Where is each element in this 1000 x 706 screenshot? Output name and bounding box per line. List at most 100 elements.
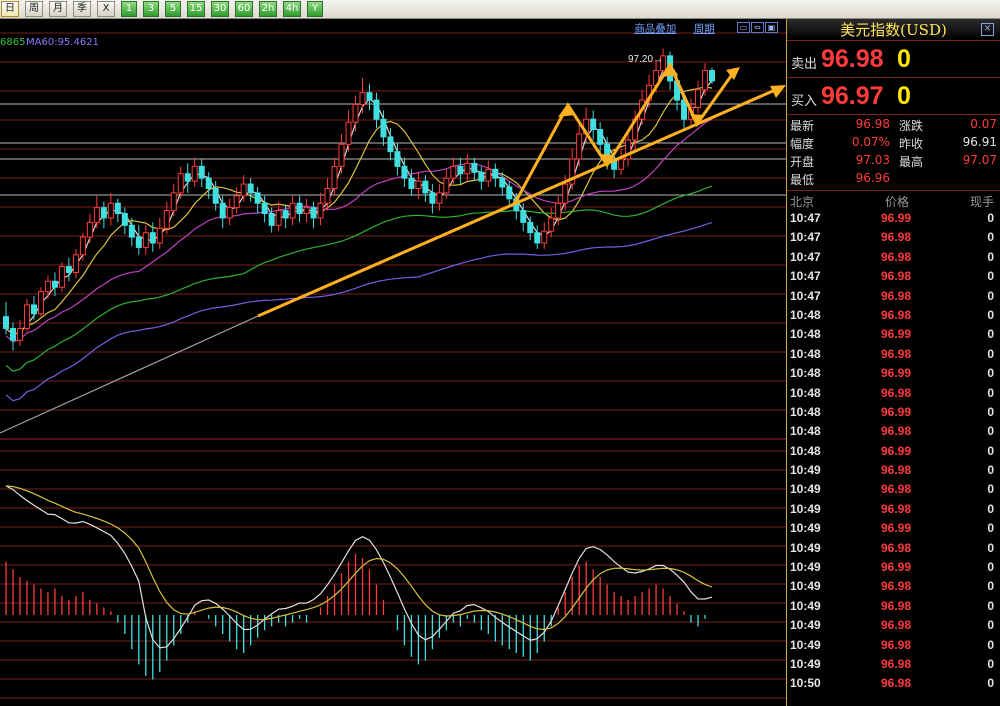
tick-volume: 0: [987, 443, 994, 458]
tick-row[interactable]: 10:47 96.98 0: [787, 287, 1000, 306]
tick-row[interactable]: 10:48 96.98 0: [787, 345, 1000, 364]
tick-price: 96.98: [881, 598, 912, 613]
period-button[interactable]: 月: [49, 1, 67, 17]
tick-volume-header: 现手: [969, 195, 994, 209]
buy-label: 买入: [791, 94, 818, 109]
tick-time: 10:48: [790, 385, 821, 400]
tick-row[interactable]: 10:48 96.98 0: [787, 306, 1000, 325]
period-button[interactable]: 30: [211, 1, 229, 17]
candle-body: [86, 221, 93, 238]
candle-body: [506, 186, 513, 200]
tick-time-header: 北京: [790, 195, 815, 209]
tick-row[interactable]: 10:50 96.98 0: [787, 674, 1000, 693]
stat-item: 最高 97.07: [899, 153, 997, 170]
buy-quote-row[interactable]: 买入 96.97 0: [787, 78, 1000, 115]
tick-row[interactable]: 10:49 96.98 0: [787, 577, 1000, 596]
window-split-icon[interactable]: ▭: [737, 22, 750, 33]
macd-dea-line: [5, 485, 713, 631]
candle-body: [23, 304, 30, 329]
tick-row[interactable]: 10:48 96.99 0: [787, 442, 1000, 461]
period-button[interactable]: 2h: [259, 1, 277, 17]
candle-body: [695, 89, 702, 108]
period-button[interactable]: 3: [143, 1, 159, 17]
candle-body: [534, 232, 541, 244]
tick-time: 10:49: [790, 482, 821, 497]
tick-row[interactable]: 10:49 96.98 0: [787, 636, 1000, 655]
tick-volume: 0: [987, 521, 994, 536]
tick-time: 10:48: [790, 327, 821, 342]
window-restore-icon[interactable]: ▣: [765, 22, 778, 33]
tick-volume: 0: [987, 269, 994, 284]
sell-quote-row[interactable]: 卖出 96.98 0: [787, 41, 1000, 78]
ma5-line: [5, 68, 713, 336]
candle-body: [240, 183, 247, 197]
tick-row[interactable]: 10:48 96.98 0: [787, 384, 1000, 403]
candle-body: [37, 291, 44, 315]
tick-row[interactable]: 10:49 96.98 0: [787, 480, 1000, 499]
tick-time: 10:48: [790, 366, 821, 381]
tick-row[interactable]: 10:48 96.99 0: [787, 403, 1000, 422]
tick-volume: 0: [987, 230, 994, 245]
tick-time: 10:49: [790, 656, 821, 671]
kline-chart-area[interactable]: 97.20→ 6865 MA60:95.4621 商品叠加 周期 ▭ ⇔ ▣: [0, 19, 786, 706]
stat-value: 97.07: [962, 153, 997, 167]
candle-body: [93, 207, 100, 223]
overlay-commodity-link[interactable]: 商品叠加: [634, 23, 676, 35]
tick-time: 10:49: [790, 463, 821, 478]
kline-chart[interactable]: 97.20→: [0, 19, 786, 706]
period-button[interactable]: 60: [235, 1, 253, 17]
candle-body: [51, 280, 58, 288]
tick-row[interactable]: 10:49 96.99 0: [787, 519, 1000, 538]
period-button[interactable]: 5: [165, 1, 181, 17]
tick-row[interactable]: 10:49 96.98 0: [787, 461, 1000, 480]
candle-body: [156, 227, 163, 244]
tick-price: 96.98: [881, 249, 912, 264]
candle-body: [282, 210, 289, 219]
stat-item: 最低 96.96: [790, 171, 890, 188]
tick-row[interactable]: 10:49 96.98 0: [787, 655, 1000, 674]
tick-row[interactable]: 10:49 96.99 0: [787, 558, 1000, 577]
tick-row[interactable]: 10:48 96.99 0: [787, 364, 1000, 383]
period-link[interactable]: 周期: [694, 23, 715, 35]
period-button[interactable]: 1: [121, 1, 137, 17]
tick-row[interactable]: 10:47 96.98 0: [787, 267, 1000, 286]
tick-price: 96.98: [881, 288, 912, 303]
candle-body: [373, 99, 380, 120]
tick-row[interactable]: 10:48 96.98 0: [787, 422, 1000, 441]
candle-body: [338, 143, 345, 167]
candle-body: [709, 70, 715, 82]
tick-volume: 0: [987, 327, 994, 342]
tick-time: 10:49: [790, 579, 821, 594]
period-button[interactable]: 周: [25, 1, 43, 17]
window-layout-icon[interactable]: ⇔: [751, 22, 764, 33]
period-button[interactable]: 4h: [283, 1, 301, 17]
period-button[interactable]: 日: [1, 1, 19, 17]
tick-price: 96.98: [881, 501, 912, 516]
candle-body: [128, 224, 135, 238]
candle-body: [499, 177, 506, 188]
period-button[interactable]: Y: [307, 1, 323, 17]
tick-row[interactable]: 10:49 96.98 0: [787, 597, 1000, 616]
close-icon[interactable]: ✕: [981, 23, 994, 36]
tick-time: 10:49: [790, 521, 821, 536]
tick-price: 96.98: [881, 307, 912, 322]
candle-body: [135, 236, 142, 248]
tick-volume: 0: [987, 288, 994, 303]
stat-label: 昨收: [899, 137, 924, 151]
tick-row[interactable]: 10:49 96.98 0: [787, 616, 1000, 635]
tick-row[interactable]: 10:47 96.99 0: [787, 209, 1000, 228]
tick-row[interactable]: 10:49 96.98 0: [787, 500, 1000, 519]
tick-row[interactable]: 10:48 96.99 0: [787, 325, 1000, 344]
tick-row[interactable]: 10:47 96.98 0: [787, 228, 1000, 247]
period-button[interactable]: 季: [73, 1, 91, 17]
candle-body: [219, 202, 226, 219]
candle-body: [121, 213, 128, 226]
tick-table[interactable]: 10:47 96.99 0 10:47 96.98 0 10:47 96.98 0 10:47 96…: [787, 209, 1000, 694]
candle-body: [65, 266, 72, 273]
tick-row[interactable]: 10:47 96.98 0: [787, 248, 1000, 267]
period-button[interactable]: 15: [187, 1, 205, 17]
tick-row[interactable]: 10:49 96.98 0: [787, 539, 1000, 558]
candle-body: [261, 202, 268, 215]
period-button[interactable]: X: [97, 1, 115, 17]
candle-body: [233, 195, 240, 209]
